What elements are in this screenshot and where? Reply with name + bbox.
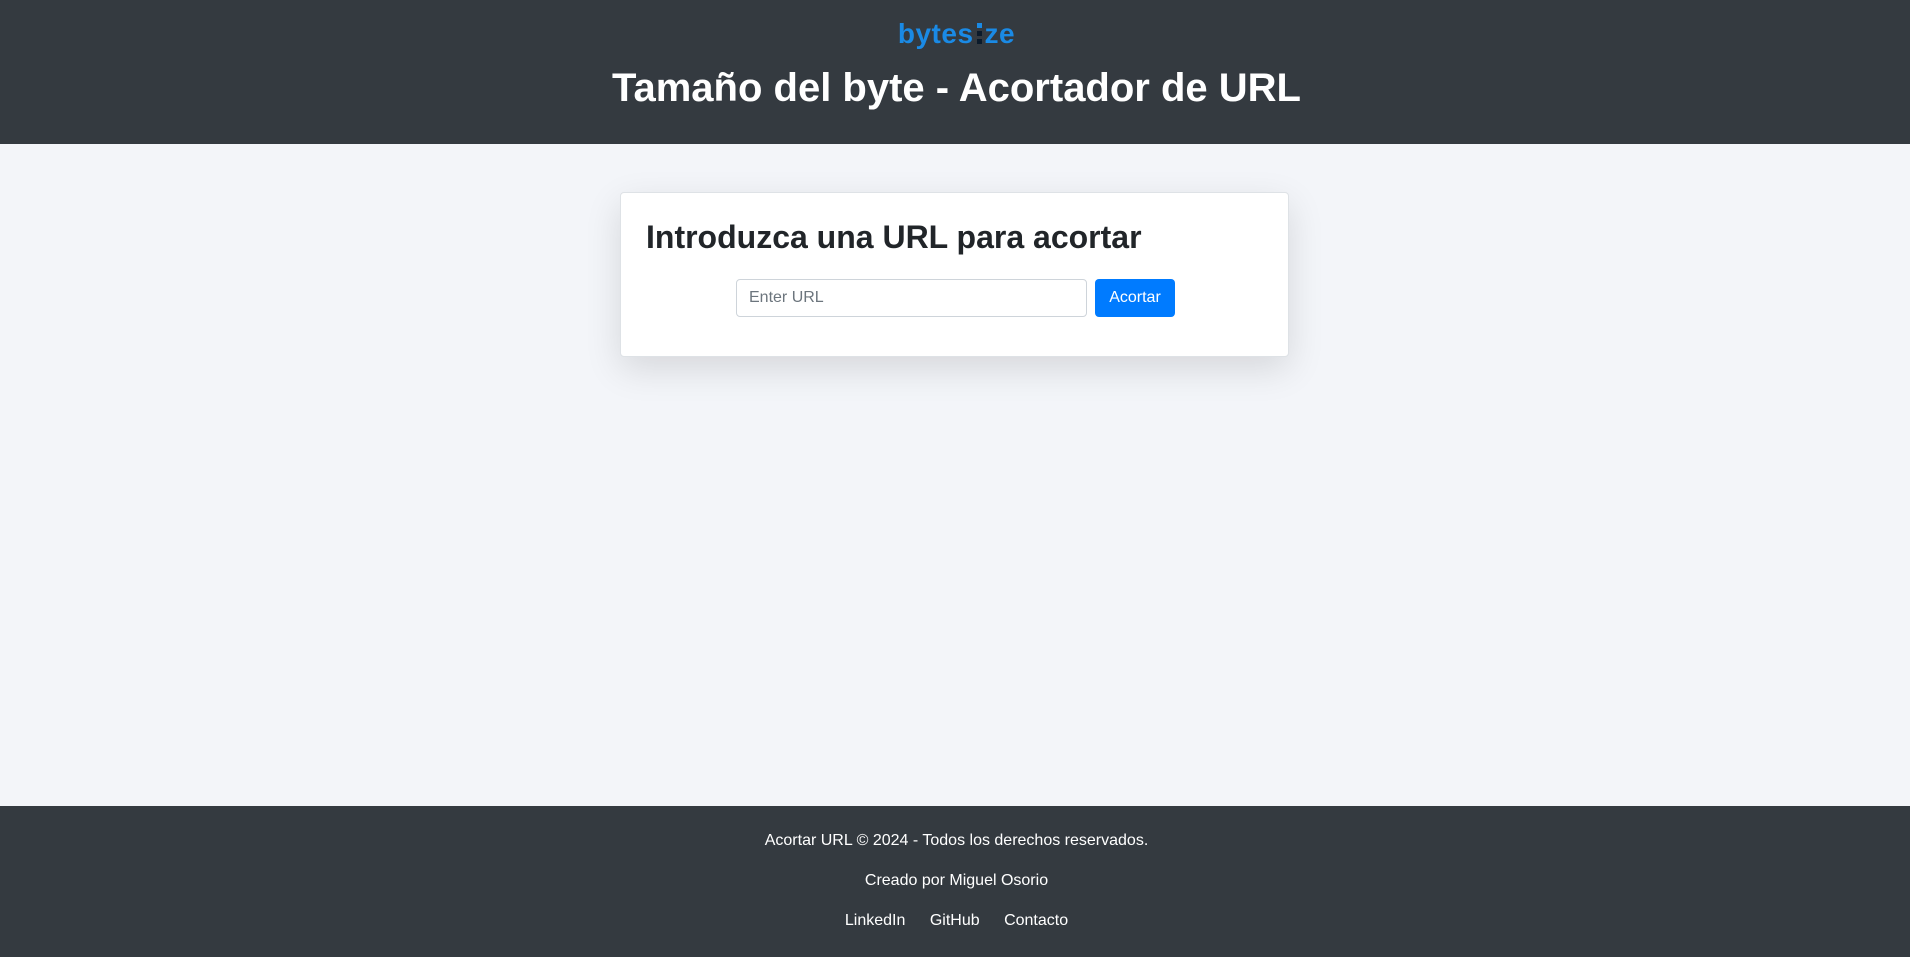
footer-link-contacto[interactable]: Contacto	[1004, 912, 1068, 929]
copyright-text: Acortar URL © 2024 - Todos los derechos …	[764, 832, 1149, 849]
site-footer: Acortar URL © 2024 - Todos los derechos …	[0, 806, 1913, 957]
logo-text-start: bytes	[897, 18, 974, 49]
footer-links: LinkedIn GitHub Contacto	[0, 909, 1913, 933]
card-heading: Introduzca una URL para acortar	[646, 219, 1142, 255]
footer-link-linkedin[interactable]: LinkedIn	[845, 912, 906, 929]
page-title: Tamaño del byte - Acortador de URL	[612, 66, 1301, 110]
shorten-url-card: Introduzca una URL para acortar Acortar	[620, 192, 1289, 357]
credit-text: Creado por Miguel Osorio	[864, 872, 1049, 889]
bytesize-logo[interactable]: bytes ze	[0, 16, 1913, 52]
logo-text-end: ze	[984, 18, 1016, 49]
shorten-button[interactable]: Acortar	[1095, 279, 1175, 317]
footer-link-github[interactable]: GitHub	[930, 912, 980, 929]
url-input[interactable]	[736, 279, 1087, 317]
site-header: bytes ze Tamaño del byte - Acortador de U…	[0, 0, 1913, 144]
logo-dots-icon	[976, 23, 983, 45]
